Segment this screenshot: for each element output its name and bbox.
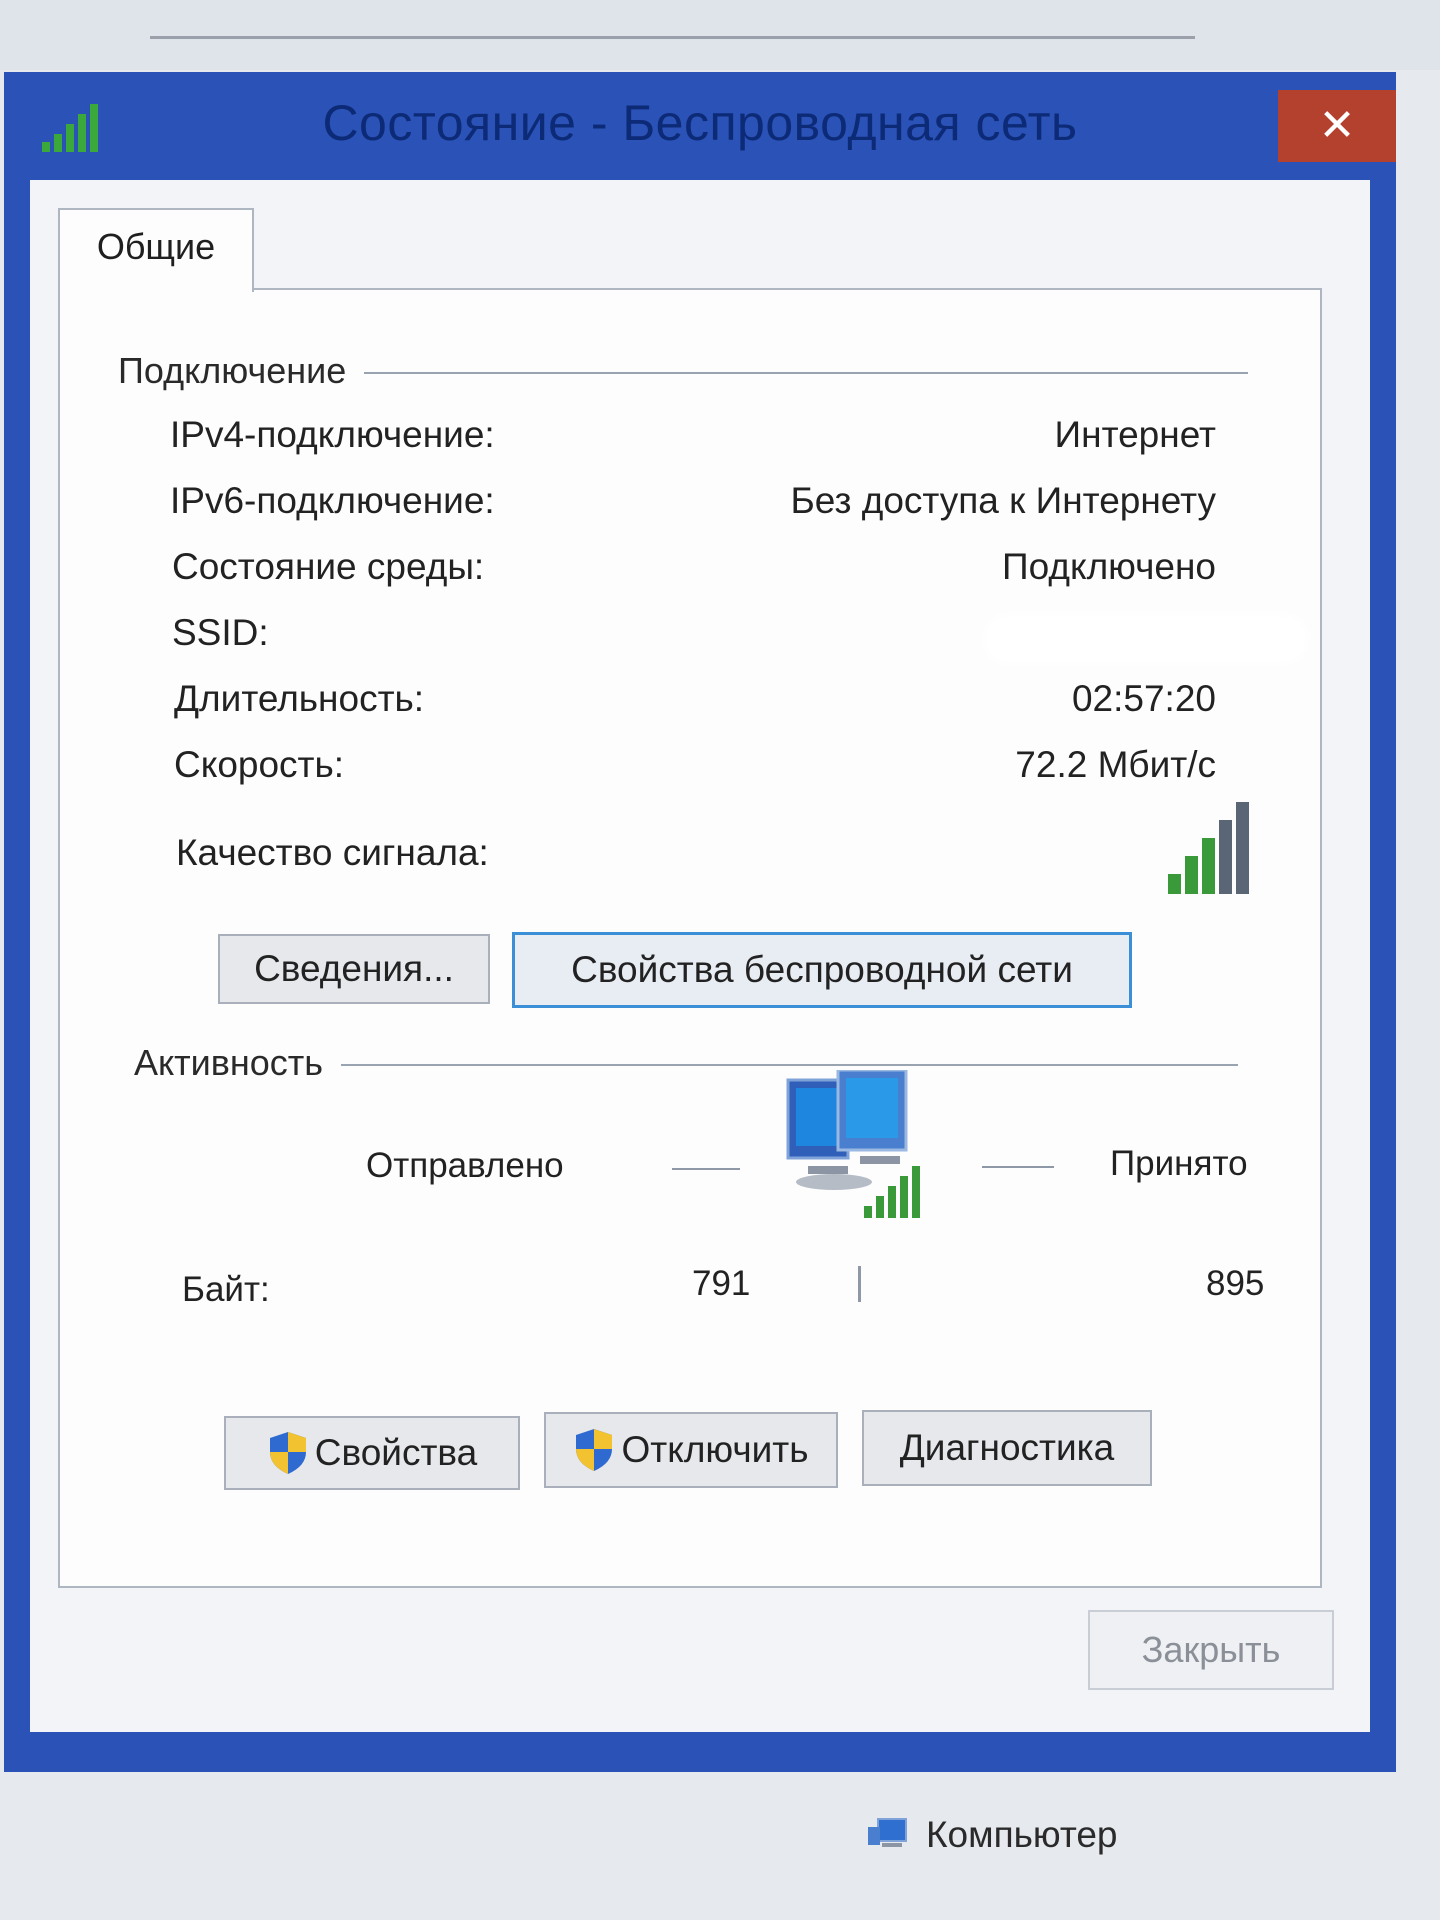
- properties-button-label: Свойства: [314, 1432, 478, 1473]
- ipv6-value: Без доступа к Интернету: [790, 480, 1216, 521]
- taskbar-computer-label: Компьютер: [926, 1814, 1118, 1855]
- signal-bar: [1219, 820, 1232, 894]
- media-state-label: Состояние среды:: [172, 546, 485, 587]
- close-icon: ✕: [1318, 101, 1356, 150]
- title-bar[interactable]: Состояние - Беспроводная сеть ✕: [4, 72, 1396, 180]
- activity-separator: [858, 1266, 861, 1302]
- taskbar-computer-item[interactable]: Компьютер: [868, 1814, 1118, 1856]
- bytes-label: Байт:: [182, 1270, 270, 1309]
- sent-connector-line: [672, 1168, 740, 1170]
- close-button[interactable]: Закрыть: [1088, 1610, 1334, 1690]
- received-connector-line: [982, 1166, 1054, 1168]
- diagnostics-button[interactable]: Диагностика: [862, 1410, 1152, 1486]
- media-state-value: Подключено: [1002, 546, 1216, 587]
- signal-bar: [1236, 802, 1249, 894]
- signal-bar: [1168, 874, 1181, 894]
- tab-strip: Общие: [30, 180, 1370, 292]
- network-computers-icon: [786, 1070, 920, 1218]
- details-button[interactable]: Сведения...: [218, 934, 490, 1004]
- computer-icon: [868, 1818, 907, 1847]
- ipv4-label: IPv4-подключение:: [170, 414, 495, 455]
- uac-shield-icon: [269, 1432, 306, 1474]
- duration-label: Длительность:: [174, 678, 425, 719]
- signal-bar: [1202, 838, 1215, 894]
- duration-value: 02:57:20: [1071, 678, 1216, 719]
- desktop-background: [0, 0, 1440, 70]
- disconnect-button-label: Отключить: [621, 1429, 809, 1470]
- activity-group-title: Активность: [134, 1042, 342, 1084]
- received-label: Принято: [1110, 1144, 1248, 1183]
- sent-label: Отправлено: [366, 1146, 564, 1185]
- disconnect-button[interactable]: Отключить: [544, 1412, 838, 1488]
- signal-bar: [1185, 856, 1198, 894]
- bytes-sent-value: 791: [692, 1264, 751, 1303]
- speed-label: Скорость:: [174, 744, 345, 785]
- ipv4-value: Интернет: [1054, 414, 1216, 455]
- tab-general[interactable]: Общие: [58, 208, 254, 292]
- connection-group-title: Подключение: [118, 350, 365, 392]
- background-window-edge: [150, 36, 1195, 39]
- signal-strength-icon: [1168, 802, 1249, 894]
- close-window-button[interactable]: ✕: [1278, 90, 1396, 162]
- tab-panel-general: Подключение IPv4-подключение: Интернет I…: [58, 288, 1322, 1588]
- ssid-redaction: [990, 620, 1302, 658]
- uac-shield-icon: [576, 1429, 613, 1471]
- ipv6-label: IPv6-подключение:: [170, 480, 495, 521]
- signal-quality-label: Качество сигнала:: [176, 832, 489, 873]
- dialog-client-area: Общие Подключение IPv4-подключение: Инте…: [30, 180, 1370, 1732]
- properties-button[interactable]: Свойства: [224, 1416, 520, 1490]
- window-title: Состояние - Беспроводная сеть: [322, 95, 1078, 151]
- ssid-label: SSID:: [172, 612, 269, 653]
- bytes-received-value: 895: [1206, 1264, 1265, 1303]
- status-dialog: Состояние - Беспроводная сеть ✕ Общие По…: [4, 72, 1396, 1772]
- speed-value: 72.2 Мбит/с: [1015, 744, 1216, 785]
- wireless-properties-button[interactable]: Свойства беспроводной сети: [512, 932, 1132, 1008]
